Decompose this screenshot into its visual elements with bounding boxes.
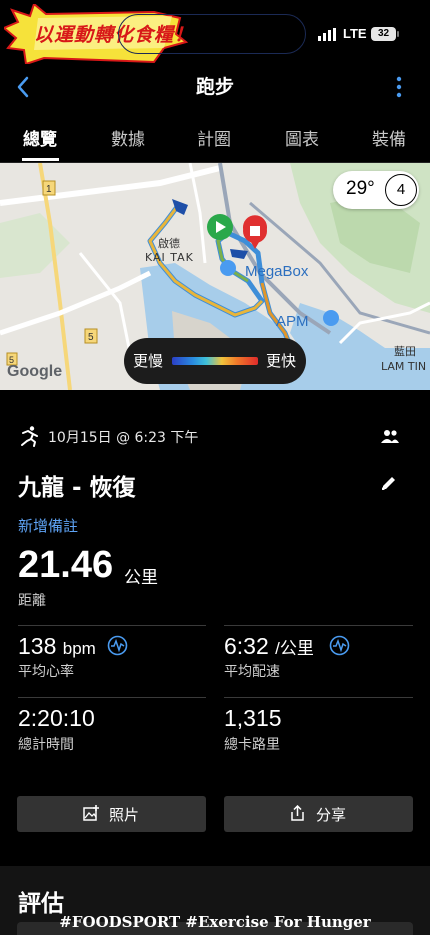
add-photo-label: 照片 bbox=[109, 806, 140, 824]
tab-laps[interactable]: 計圈 bbox=[184, 125, 244, 150]
label-megabox: MegaBox bbox=[245, 263, 309, 280]
label-lam-tin: LAM TIN bbox=[381, 360, 426, 373]
battery-icon: 32 bbox=[371, 27, 396, 41]
total-time-value: 2:20:10 bbox=[18, 705, 95, 731]
divider bbox=[18, 697, 206, 698]
signal-icon bbox=[318, 28, 336, 41]
distance-value: 21.46 bbox=[18, 544, 114, 586]
share-label: 分享 bbox=[316, 806, 347, 824]
avg-pace-value: 6:32 /公里 bbox=[224, 633, 314, 659]
legend-slow: 更慢 bbox=[133, 352, 164, 370]
distance-unit: 公里 bbox=[124, 568, 158, 588]
route-shield-5: 5 bbox=[88, 332, 94, 343]
tab-overview[interactable]: 總覽 bbox=[10, 125, 70, 150]
weather-badge: 29° 4 bbox=[333, 171, 419, 209]
pace-info-icon[interactable] bbox=[329, 635, 350, 656]
label-kai-tak: KAI TAK bbox=[145, 251, 194, 264]
route-shield-1: 1 bbox=[46, 184, 52, 195]
people-icon[interactable] bbox=[380, 428, 400, 444]
share-icon bbox=[291, 805, 304, 821]
divider bbox=[18, 625, 206, 626]
tab-gear[interactable]: 裝備 bbox=[359, 125, 419, 150]
activity-date: 10月15日 @ 6:23 下午 bbox=[48, 430, 199, 446]
add-photo-icon bbox=[83, 805, 99, 821]
google-logo: Google bbox=[7, 363, 63, 380]
kebab-menu-icon[interactable] bbox=[394, 74, 404, 100]
edit-icon[interactable] bbox=[380, 474, 398, 492]
active-tab-indicator bbox=[22, 158, 59, 161]
add-note-link[interactable]: 新增備註 bbox=[18, 515, 78, 536]
pace-legend: 更慢 更快 bbox=[124, 338, 306, 384]
route-map[interactable]: 啟德 KAI TAK MegaBox APM 藍田 LAM TIN 1 5 5 … bbox=[0, 163, 430, 390]
avg-hr-label: 平均心率 bbox=[18, 664, 74, 680]
heart-rate-info-icon[interactable] bbox=[107, 635, 128, 656]
avg-pace-unit: /公里 bbox=[275, 639, 314, 658]
avg-hr-value: 138 bpm bbox=[18, 633, 96, 659]
legend-fast: 更快 bbox=[266, 352, 297, 370]
add-photo-button[interactable]: 照片 bbox=[17, 796, 206, 832]
divider bbox=[224, 625, 413, 626]
distance-label: 距離 bbox=[18, 593, 46, 609]
calories-label: 總卡路里 bbox=[224, 737, 280, 753]
page-title: 跑步 bbox=[195, 76, 234, 98]
pace-gradient bbox=[172, 357, 258, 365]
avg-pace-label: 平均配速 bbox=[224, 664, 280, 680]
label-kai-tak-cn: 啟德 bbox=[158, 236, 180, 250]
watermark: #FOODSPORT #Exercise For Hunger bbox=[59, 913, 371, 931]
total-time-label: 總計時間 bbox=[18, 737, 74, 753]
calories-value: 1,315 bbox=[224, 705, 282, 731]
tab-data[interactable]: 數據 bbox=[98, 125, 158, 150]
label-lam-tin-cn: 藍田 bbox=[394, 345, 416, 358]
dynamic-island bbox=[118, 14, 306, 54]
uv-index: 4 bbox=[385, 174, 417, 206]
network-type: LTE bbox=[343, 26, 367, 41]
nav-bar: 跑步 bbox=[0, 68, 430, 112]
status-bar: 以運動轉化食糧！ LTE 32 bbox=[0, 0, 430, 68]
tab-bar: 總覽 數據 計圈 圖表 裝備 bbox=[0, 113, 430, 163]
tab-charts[interactable]: 圖表 bbox=[272, 125, 332, 150]
running-icon bbox=[21, 426, 38, 447]
avg-hr-unit: bpm bbox=[62, 639, 96, 658]
share-button[interactable]: 分享 bbox=[224, 796, 413, 832]
label-apm: APM bbox=[276, 313, 309, 330]
divider bbox=[224, 697, 413, 698]
activity-name: 九龍 - 恢復 bbox=[18, 475, 136, 501]
temperature: 29° bbox=[346, 178, 375, 199]
battery-tip bbox=[397, 31, 399, 37]
